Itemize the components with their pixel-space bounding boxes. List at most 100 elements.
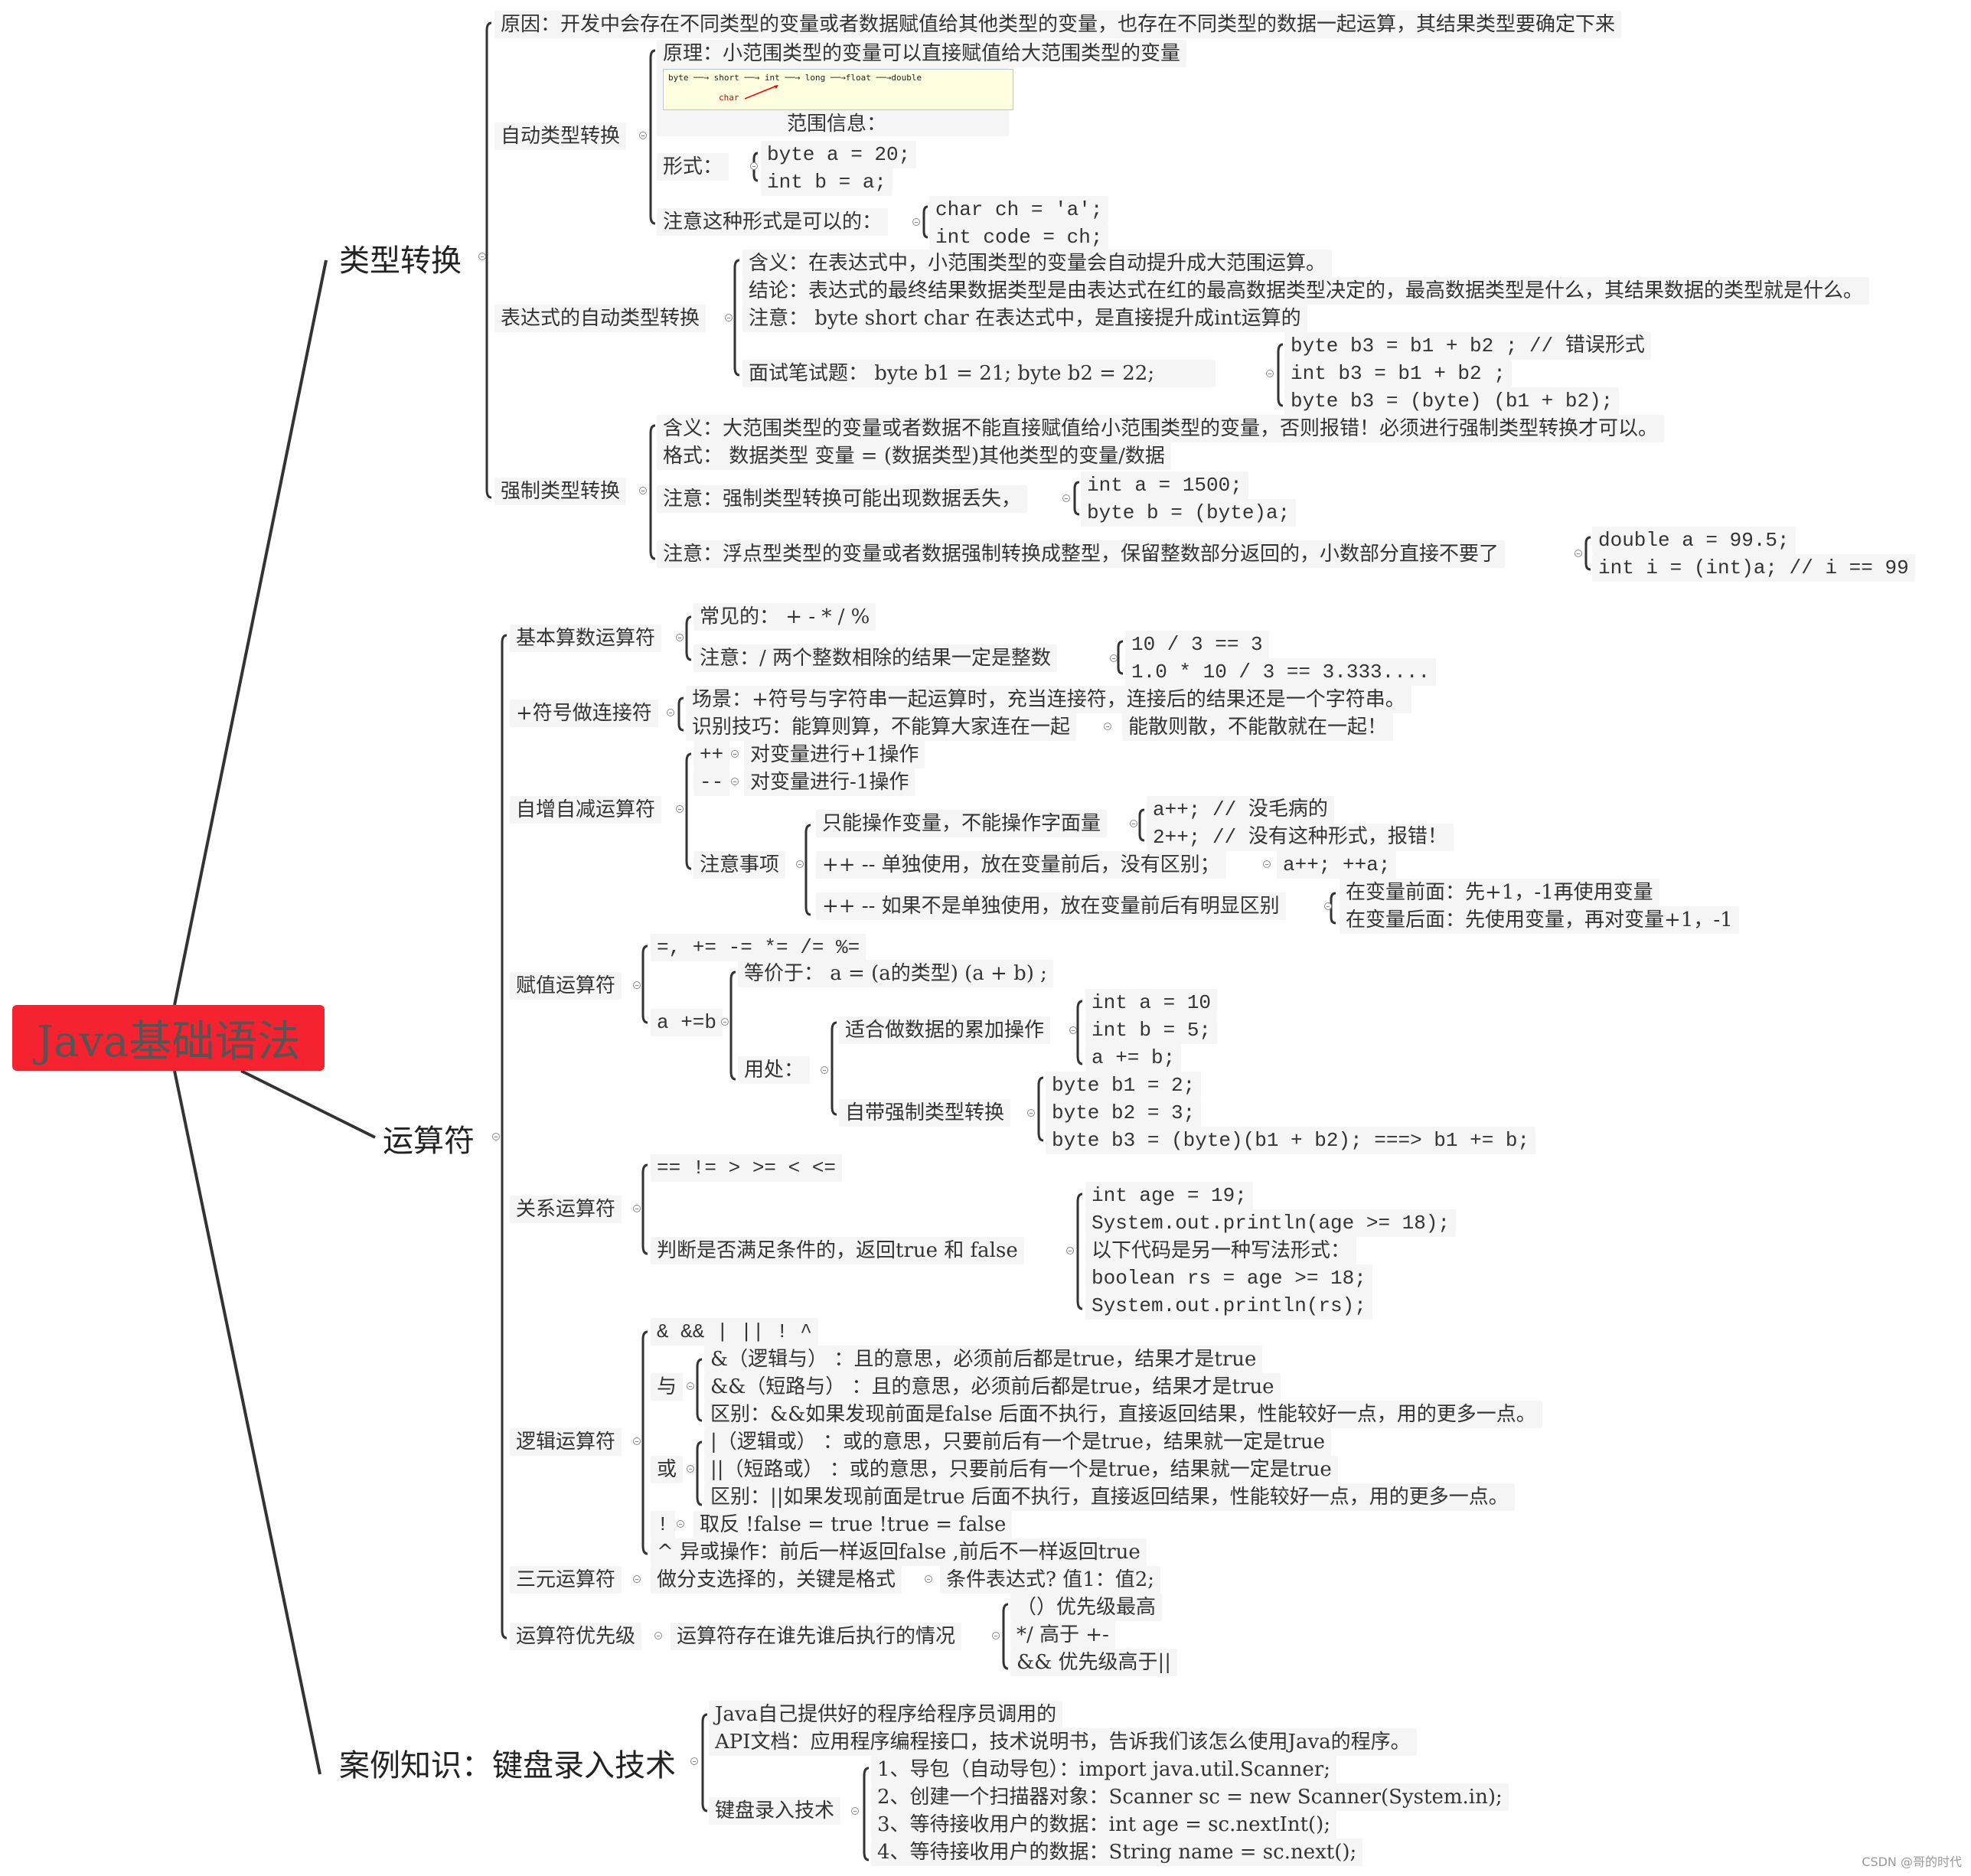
node-arith-note[interactable]: 注意：/ 两个整数相除的结果一定是整数 <box>693 644 1058 672</box>
collapse-toggle-icon[interactable] <box>925 1575 932 1583</box>
collapse-toggle-icon[interactable] <box>731 750 739 758</box>
topic-keyboard-input[interactable]: 案例知识：键盘录入技术 <box>339 1741 676 1785</box>
node-and-item[interactable]: &（逻辑与） ：且的意思，必须前后都是true，结果才是true <box>704 1346 1263 1373</box>
node-inc[interactable]: ++ <box>693 741 730 768</box>
node-and-item[interactable]: &&（短路与） ：且的意思，必须前后都是true，结果才是true <box>704 1373 1281 1401</box>
collapse-toggle-icon[interactable] <box>478 253 486 260</box>
node-ternary-format[interactable]: 条件表达式? 值1：值2; <box>940 1566 1161 1594</box>
node-keyboard-step[interactable]: 2、创建一个扫描器对象：Scanner sc = new Scanner(Sys… <box>871 1783 1509 1811</box>
node-cast-note1-line[interactable]: int a = 1500; <box>1081 471 1248 499</box>
node-cast-format[interactable]: 格式： 数据类型 变量 = (数据类型)其他类型的变量/数据 <box>657 442 1171 470</box>
collapse-toggle-icon[interactable] <box>492 1133 500 1140</box>
node-relational-item[interactable]: System.out.println(rs); <box>1085 1292 1372 1320</box>
topic-ternary[interactable]: 三元运算符 <box>510 1566 622 1594</box>
collapse-toggle-icon[interactable] <box>639 132 647 139</box>
collapse-toggle-icon[interactable] <box>639 487 647 494</box>
node-self-cast[interactable]: 自带强制类型转换 <box>839 1099 1011 1127</box>
topic-operators[interactable]: 运算符 <box>383 1116 475 1160</box>
collapse-toggle-icon[interactable] <box>633 1437 641 1445</box>
node-dec[interactable]: -- <box>693 768 730 796</box>
topic-arithmetic[interactable]: 基本算数运算符 <box>510 625 662 652</box>
node-only-var-item[interactable]: 2++; // 没有这种形式，报错！ <box>1147 824 1454 851</box>
node-accum-item[interactable]: int a = 10 <box>1085 989 1218 1016</box>
node-only-var-item[interactable]: a++; // 没毛病的 <box>1147 796 1334 824</box>
collapse-toggle-icon[interactable] <box>1263 860 1271 868</box>
node-cast-note1[interactable]: 注意：强制类型转换可能出现数据丢失， <box>657 485 1028 513</box>
node-cast-note2-line[interactable]: int i = (int)a; // i == 99 <box>1592 554 1915 582</box>
node-arith-common[interactable]: 常见的： + - * / % <box>693 603 876 631</box>
node-priority-desc[interactable]: 运算符存在谁先谁后执行的情况 <box>671 1623 962 1650</box>
node-accum-item[interactable]: a += b; <box>1085 1044 1182 1072</box>
node-logical-and[interactable]: 与 <box>651 1373 684 1401</box>
node-alone[interactable]: ++ -- 单独使用，放在变量前后，没有区别； <box>816 851 1226 879</box>
topic-expression-conversion[interactable]: 表达式的自动类型转换 <box>494 305 706 332</box>
node-relational-ops[interactable]: == != > >= < <= <box>651 1154 843 1182</box>
node-relational-item[interactable]: System.out.println(age >= 18); <box>1085 1209 1457 1237</box>
node-relational-item[interactable]: int age = 19; <box>1085 1182 1253 1209</box>
node-arith-example[interactable]: 10 / 3 == 3 <box>1125 631 1269 658</box>
node-keyboard-tech[interactable]: 键盘录入技术 <box>709 1797 841 1825</box>
node-relational-desc[interactable]: 判断是否满足条件的，返回true 和 false <box>651 1237 1024 1264</box>
collapse-toggle-icon[interactable] <box>677 1520 684 1528</box>
topic-relational[interactable]: 关系运算符 <box>510 1196 622 1223</box>
node-api-doc[interactable]: API文档：应用程序编程接口，技术说明书，告诉我们该怎么使用Java的程序。 <box>709 1728 1417 1756</box>
collapse-toggle-icon[interactable] <box>1062 494 1070 502</box>
node-not-alone[interactable]: ++ -- 如果不是单独使用，放在变量前后有明显区别 <box>816 892 1286 920</box>
node-inc-desc[interactable]: 对变量进行+1操作 <box>744 741 925 768</box>
node-ternary-desc[interactable]: 做分支选择的，关键是格式 <box>651 1566 902 1594</box>
node-form-line[interactable]: int b = a; <box>761 168 893 196</box>
node-or-item[interactable]: ||（短路或） ：或的意思，只要前后有一个是true，结果就一定是true <box>704 1456 1338 1483</box>
node-logical-ops[interactable]: & && | || ! ^ <box>651 1318 818 1346</box>
collapse-toggle-icon[interactable] <box>992 1632 1000 1639</box>
node-self-cast-item[interactable]: byte b2 = 3; <box>1046 1099 1202 1127</box>
node-accum-item[interactable]: int b = 5; <box>1085 1016 1218 1044</box>
node-logical-not[interactable]: ! <box>651 1511 675 1538</box>
root-topic[interactable]: Java基础语法 <box>12 1005 325 1071</box>
node-assign-ops[interactable]: =, += -= *= /= %= <box>651 934 866 961</box>
node-concat-scene[interactable]: 场景：+符号与字符串一起运算时，充当连接符，连接后的结果还是一个字符串。 <box>686 686 1411 713</box>
node-reason[interactable]: 原因：开发中会存在不同类型的变量或者数据赋值给其他类型的变量，也存在不同类型的数… <box>494 11 1622 38</box>
node-expr-answer[interactable]: int b3 = b1 + b2 ; <box>1284 360 1512 387</box>
node-note-line[interactable]: int code = ch; <box>929 223 1109 251</box>
node-cast-meaning[interactable]: 含义：大范围类型的变量或者数据不能直接赋值给小范围类型的变量，否则报错！必须进行… <box>657 415 1665 442</box>
collapse-toggle-icon[interactable] <box>687 1465 694 1473</box>
node-expr-note[interactable]: 注意： byte short char 在表达式中，是直接提升成int运算的 <box>742 305 1307 332</box>
collapse-toggle-icon[interactable] <box>1130 820 1137 827</box>
node-relational-item[interactable]: boolean rs = age >= 18; <box>1085 1264 1372 1292</box>
collapse-toggle-icon[interactable] <box>750 162 758 170</box>
node-cast-note2-line[interactable]: double a = 99.5; <box>1592 527 1796 554</box>
node-keyboard-step[interactable]: 3、等待接收用户的数据：int age = sc.nextInt(); <box>871 1811 1337 1838</box>
topic-priority[interactable]: 运算符优先级 <box>510 1623 642 1650</box>
node-concat-tip-child[interactable]: 能散则散，不能散就在一起！ <box>1122 713 1394 741</box>
node-dec-desc[interactable]: 对变量进行-1操作 <box>744 768 915 796</box>
node-keyboard-step[interactable]: 4、等待接收用户的数据：String name = sc.next(); <box>871 1838 1363 1866</box>
topic-cast-conversion[interactable]: 强制类型转换 <box>494 478 627 505</box>
node-form-label[interactable]: 形式： <box>657 153 729 181</box>
node-keyboard-step[interactable]: 1、导包（自动导包）：import java.util.Scanner; <box>871 1756 1336 1783</box>
collapse-toggle-icon[interactable] <box>821 1066 828 1074</box>
collapse-toggle-icon[interactable] <box>731 778 739 785</box>
node-priority-item[interactable]: （）优先级最高 <box>1010 1594 1163 1621</box>
node-self-cast-item[interactable]: byte b1 = 2; <box>1046 1072 1202 1099</box>
node-cast-note2[interactable]: 注意：浮点型类型的变量或者数据强制转换成整型，保留整数部分返回的，小数部分直接不… <box>657 540 1506 568</box>
collapse-toggle-icon[interactable] <box>687 1382 694 1390</box>
node-expr-conclusion[interactable]: 结论：表达式的最终结果数据类型是由表达式在红的最高数据类型决定的，最高数据类型是… <box>742 277 1870 305</box>
node-only-var[interactable]: 只能操作变量，不能操作字面量 <box>816 810 1108 837</box>
topic-inc-dec[interactable]: 自增自减运算符 <box>510 796 662 824</box>
node-form-line[interactable]: byte a = 20; <box>761 141 917 168</box>
node-expr-meaning[interactable]: 含义：在表达式中，小范围类型的变量会自动提升成大范围运算。 <box>742 250 1333 277</box>
collapse-toggle-icon[interactable] <box>690 1757 698 1765</box>
node-arith-example[interactable]: 1.0 * 10 / 3 == 3.333.... <box>1125 658 1437 686</box>
node-note-allowed[interactable]: 注意这种形式是可以的： <box>657 208 889 236</box>
node-incdec-notes[interactable]: 注意事项 <box>693 851 786 879</box>
node-note-line[interactable]: char ch = 'a'; <box>929 196 1109 223</box>
node-or-item[interactable]: |（逻辑或） ：或的意思，只要前后有一个是true，结果就一定是true <box>704 1428 1332 1456</box>
node-priority-item[interactable]: && 优先级高于|| <box>1010 1649 1178 1676</box>
collapse-toggle-icon[interactable] <box>851 1807 859 1815</box>
node-or-item[interactable]: 区别：||如果发现前面是true 后面不执行，直接返回结果，性能较好一点，用的更… <box>704 1483 1515 1511</box>
node-and-item[interactable]: 区别：&&如果发现前面是false 后面不执行，直接返回结果，性能较好一点，用的… <box>704 1401 1542 1428</box>
node-concat-tip[interactable]: 识别技巧：能算则算，不能算大家连在一起 <box>686 713 1077 741</box>
collapse-toggle-icon[interactable] <box>633 1205 641 1212</box>
collapse-toggle-icon[interactable] <box>676 634 684 641</box>
topic-auto-conversion[interactable]: 自动类型转换 <box>494 122 627 150</box>
